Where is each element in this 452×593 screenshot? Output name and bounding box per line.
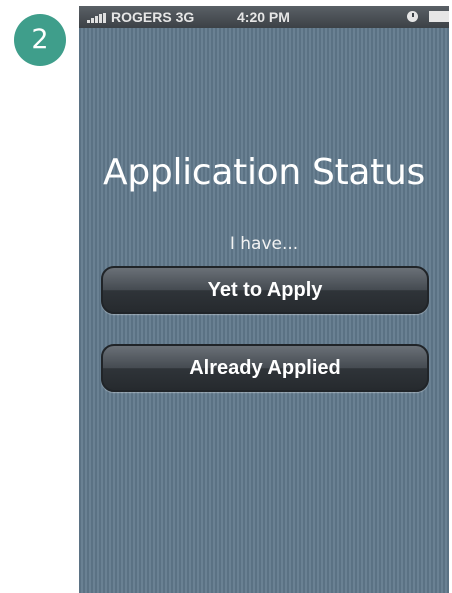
already-applied-button[interactable]: Already Applied [101,344,429,392]
status-bar: ROGERS 3G 4:20 PM [79,6,449,28]
status-time: 4:20 PM [237,9,290,25]
step-number-badge: 2 [14,14,66,66]
carrier-name: ROGERS 3G [111,9,195,25]
battery-icon [429,11,449,22]
prompt-label: I have... [229,234,299,254]
page-title: Application Status [103,152,425,193]
signal-bars-icon [87,13,109,23]
phone-screen: ROGERS 3G 4:20 PM Application Status I h… [79,6,449,593]
yet-to-apply-button[interactable]: Yet to Apply [101,266,429,314]
page: 2 ROGERS 3G 4:20 PM Application Status I… [0,0,452,593]
alarm-clock-icon [407,11,418,22]
